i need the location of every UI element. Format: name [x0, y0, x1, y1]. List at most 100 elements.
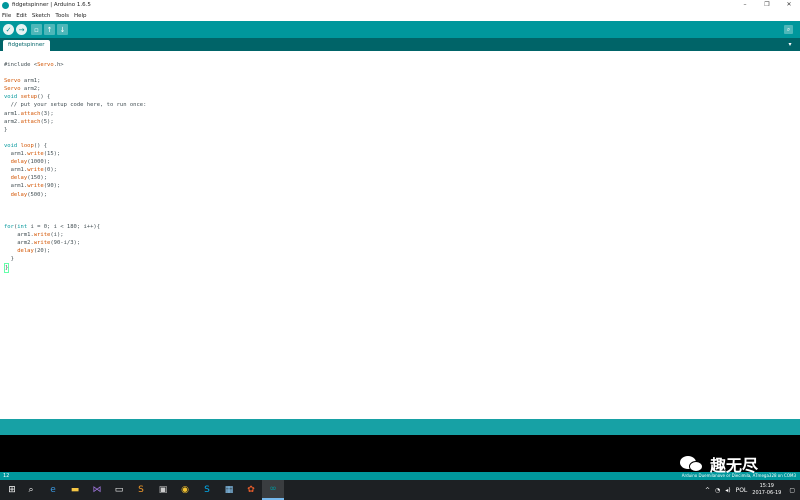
code-token: (3);	[40, 110, 54, 117]
status-bar	[0, 419, 800, 435]
terminal-glyph: ▣	[158, 485, 168, 495]
taskbar-skype-icon[interactable]: S	[196, 480, 218, 500]
line-number: 12	[3, 473, 10, 479]
system-tray: ^ ◔ ◂) POL 15:19 2017-06-19 ▢	[705, 480, 800, 500]
code-token: (i);	[50, 231, 64, 238]
code-token: delay	[10, 159, 28, 166]
tab-bar: fidgetspinner ▾	[0, 38, 800, 51]
code-token: arm1.	[4, 231, 34, 238]
taskbar-sublime-icon[interactable]: S	[130, 480, 152, 500]
code-token: int	[17, 223, 28, 230]
code-editor[interactable]: #include <Servo.h> Servo arm1; Servo arm2;…	[0, 51, 800, 419]
code-line: delay(150);	[4, 174, 800, 182]
code-token: Servo	[4, 78, 21, 85]
clock-time: 15:19	[759, 483, 774, 489]
code-token: arm1.	[4, 167, 28, 174]
taskbar-fruit-icon[interactable]: ✿	[240, 480, 262, 500]
menu-help[interactable]: Help	[74, 13, 87, 19]
code-token: write	[27, 183, 44, 190]
code-token: arm1.	[4, 151, 28, 158]
code-token: () {	[37, 94, 51, 101]
code-token: (1000);	[27, 159, 51, 166]
volume-icon[interactable]: ◂)	[725, 487, 730, 494]
tab-menu-button[interactable]: ▾	[786, 41, 794, 49]
notification-icon[interactable]: ▢	[789, 487, 795, 494]
toolbar: ✓ → ▫ ↑ ↓ ⌕	[0, 21, 800, 38]
code-token: .h>	[53, 62, 64, 68]
code-token: arm1.	[4, 183, 28, 190]
tab-fidgetspinner[interactable]: fidgetspinner	[3, 40, 50, 51]
code-line: for(int i = 0; i < 180; i++){	[4, 223, 800, 231]
visual-studio-glyph: ⋈	[92, 485, 102, 495]
new-button[interactable]: ▫	[31, 24, 42, 35]
taskbar-visual-studio-icon[interactable]: ⋈	[86, 480, 108, 500]
code-token: Servo	[4, 86, 21, 93]
code-token: (20);	[33, 248, 51, 255]
verify-button[interactable]: ✓	[3, 24, 14, 35]
code-line: arm1.write(i);	[4, 231, 800, 239]
menu-tools[interactable]: Tools	[55, 13, 69, 19]
taskbar-arduino-icon[interactable]: ∞	[262, 480, 284, 500]
sublime-glyph: S	[138, 485, 144, 495]
code-token: }	[4, 263, 10, 274]
code-token: (90);	[43, 183, 61, 190]
code-token: arm1.	[4, 110, 21, 117]
code-line: arm1.write(0);	[4, 166, 800, 174]
tray-chevron-icon[interactable]: ^	[705, 487, 710, 494]
taskbar-chrome-icon[interactable]: ◉	[174, 480, 196, 500]
serial-monitor-button[interactable]: ⌕	[784, 25, 793, 34]
window-title: fidgetspinner | Arduino 1.6.5	[12, 2, 91, 8]
menu-sketch[interactable]: Sketch	[32, 13, 51, 19]
taskbar-edge-icon[interactable]: e	[42, 480, 64, 500]
start-button[interactable]: ⊞	[4, 480, 20, 500]
taskbar: ⊞ ⌕ e ▬ ⋈ ▭ S ▣ ◉ S ▦ ✿ ∞ ^ ◔ ◂) POL 15:19 2017-06-…	[0, 480, 800, 500]
wifi-icon[interactable]: ◔	[715, 487, 720, 494]
code-token: attach	[20, 118, 41, 125]
code-token: for	[4, 223, 14, 230]
open-button[interactable]: ↑	[44, 24, 55, 35]
code-token: (500);	[27, 191, 48, 198]
code-token: arm2.	[4, 240, 34, 247]
save-button[interactable]: ↓	[57, 24, 68, 35]
code-token: attach	[20, 110, 41, 117]
code-token: write	[27, 151, 44, 158]
language-indicator[interactable]: POL	[736, 487, 748, 494]
minimize-button[interactable]: –	[734, 0, 756, 10]
code-token: (90-i/3);	[50, 240, 81, 247]
code-token: loop	[20, 142, 34, 149]
wechat-logo-icon	[680, 454, 706, 474]
code-line: delay(500);	[4, 191, 800, 199]
maximize-button[interactable]: ❐	[756, 0, 778, 10]
arduino-glyph: ∞	[269, 484, 277, 494]
code-token: () {	[33, 142, 48, 149]
title-bar: fidgetspinner | Arduino 1.6.5 – ❐ ✕	[0, 0, 800, 10]
watermark: 趣无尽	[680, 452, 772, 476]
code-token: delay	[17, 248, 34, 255]
code-line: void setup() {	[4, 93, 800, 101]
taskbar-notepad-icon[interactable]: ▭	[108, 480, 130, 500]
search-glyph: ⌕	[28, 485, 34, 495]
clock-date: 2017-06-19	[752, 490, 782, 496]
windows-icon: ⊞	[8, 485, 16, 495]
close-button[interactable]: ✕	[778, 0, 800, 10]
menu-file[interactable]: File	[2, 13, 11, 19]
code-line: Servo arm1;	[4, 77, 800, 85]
arduino-app-icon	[2, 1, 9, 9]
upload-button[interactable]: →	[16, 24, 27, 35]
code-line: }	[4, 255, 800, 263]
code-line: delay(1000);	[4, 158, 800, 166]
taskbar-file-explorer-icon[interactable]: ▬	[64, 480, 86, 500]
code-token: void	[4, 94, 18, 101]
clock[interactable]: 15:19 2017-06-19	[752, 483, 781, 497]
taskbar-photos-icon[interactable]: ▦	[218, 480, 240, 500]
code-token: void	[4, 142, 18, 149]
code-line: arm2.write(90-i/3);	[4, 239, 800, 247]
taskbar-terminal-icon[interactable]: ▣	[152, 480, 174, 500]
taskbar-search-icon[interactable]: ⌕	[20, 480, 42, 500]
menu-edit[interactable]: Edit	[16, 13, 27, 19]
